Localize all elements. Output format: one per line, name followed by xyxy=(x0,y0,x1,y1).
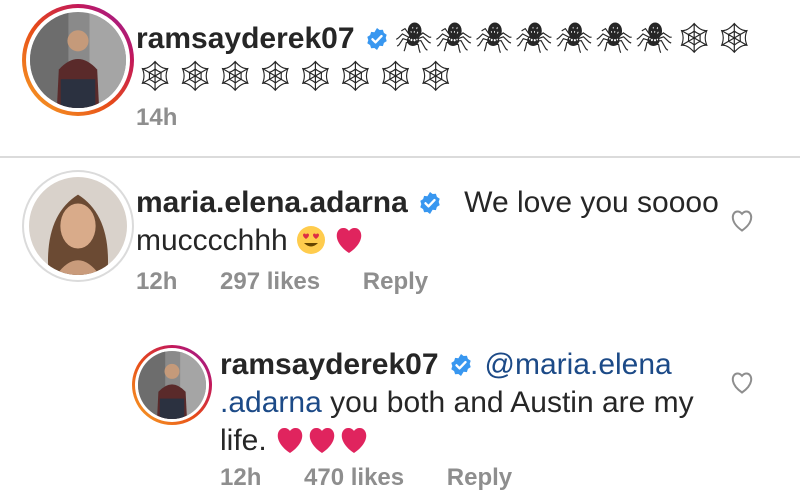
avatar[interactable] xyxy=(132,345,212,425)
avatar[interactable] xyxy=(22,4,134,116)
like-heart-icon[interactable] xyxy=(730,372,754,394)
comment-username[interactable]: maria.elena.adarna xyxy=(136,186,408,219)
comment-text-continued: life. xyxy=(220,424,267,457)
comment-text-continued: mucccchhh xyxy=(136,224,288,257)
profile-photo-icon xyxy=(30,12,126,108)
comment-username[interactable]: ramsayderek07 xyxy=(220,348,439,381)
comment-body: ramsayderek07 @maria.elena .adarna you bo… xyxy=(220,346,694,460)
comment-body: ramsayderek07 🕷🕷🕷🕷🕷🕷🕷🕸🕸 🕸🕸🕸🕸🕸🕸🕸🕸 xyxy=(136,20,755,96)
comment-likes[interactable]: 297 likes xyxy=(220,268,320,295)
verified-badge-icon xyxy=(420,192,440,214)
comment-meta: 14h xyxy=(136,104,213,132)
comment-text: you both and Austin are my xyxy=(330,386,694,419)
comment-time: 12h xyxy=(220,464,262,491)
comment-text: 🕷🕷🕷🕷🕷🕷🕷🕸🕸 xyxy=(394,22,756,55)
reply-button[interactable]: Reply xyxy=(363,268,428,295)
profile-photo-icon xyxy=(138,351,206,419)
verified-badge-icon xyxy=(450,354,471,376)
heart-eyes-emoji-icon xyxy=(297,226,326,254)
mention-link-continued[interactable]: .adarna xyxy=(220,386,322,419)
comment-body: maria.elena.adarna We love you soooo muc… xyxy=(136,184,719,260)
comment-meta: 12h 470 likes Reply xyxy=(220,464,548,491)
comment-text: We love you soooo xyxy=(464,186,719,219)
heart-emoji-icon xyxy=(277,427,303,453)
like-heart-icon[interactable] xyxy=(730,210,754,232)
profile-photo-icon xyxy=(29,177,127,275)
reply-button[interactable]: Reply xyxy=(447,464,512,491)
comment-username[interactable]: ramsayderek07 xyxy=(136,22,355,55)
comment-likes[interactable]: 470 likes xyxy=(304,464,404,491)
comment-time: 14h xyxy=(136,104,178,131)
heart-emoji-icon xyxy=(341,427,367,453)
heart-emoji-icon xyxy=(309,427,335,453)
comment-text-continued: 🕸🕸🕸🕸🕸🕸🕸🕸 xyxy=(136,60,457,93)
divider xyxy=(0,156,800,158)
comment-meta: 12h 297 likes Reply xyxy=(136,268,464,296)
comment-time: 12h xyxy=(136,268,178,295)
avatar[interactable] xyxy=(22,170,134,282)
verified-badge-icon xyxy=(366,28,387,50)
heart-emoji-icon xyxy=(337,227,362,253)
mention-link[interactable]: @maria.elena xyxy=(485,348,672,381)
